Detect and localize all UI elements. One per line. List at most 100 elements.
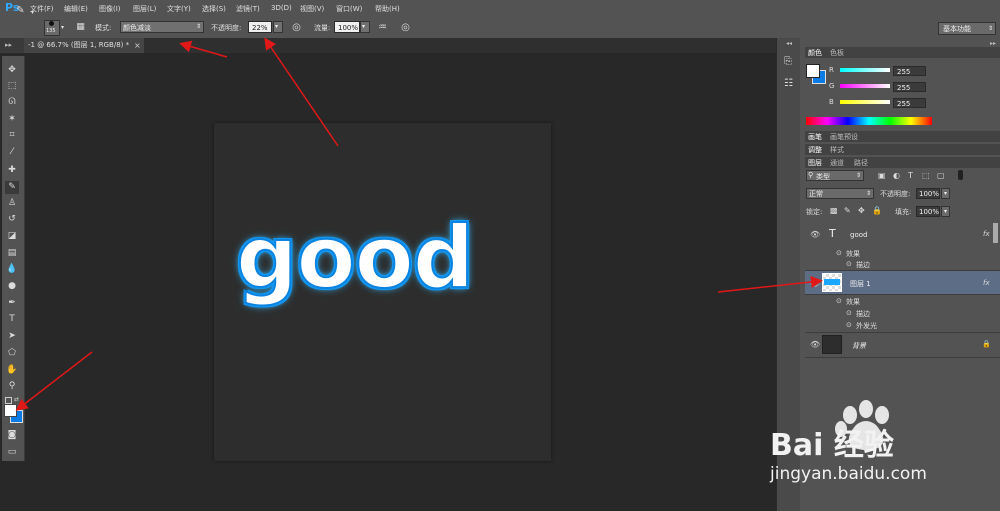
channel-g-slider[interactable] [840, 84, 890, 88]
magic-wand-tool-icon[interactable]: ✶ [5, 113, 19, 126]
brush-panel-toggle-icon[interactable]: ▦ [74, 21, 87, 34]
menu-3d[interactable]: 3D(D) [271, 4, 292, 12]
channel-r-slider[interactable] [840, 68, 890, 72]
channel-b-slider[interactable] [840, 100, 890, 104]
history-brush-tool-icon[interactable]: ↺ [5, 213, 19, 226]
brush-size-dropdown-icon[interactable]: ▾ [61, 24, 64, 31]
layer-good-stroke-eye-icon[interactable]: ⊙ [846, 260, 852, 268]
menu-window[interactable]: 窗口(W) [336, 4, 362, 14]
tab-swatches[interactable]: 色板 [830, 48, 844, 58]
menu-view[interactable]: 视图(V) [300, 4, 324, 14]
tab-layers[interactable]: 图层 [808, 158, 822, 168]
layer-name-layer-1[interactable]: 图层 1 [850, 279, 871, 289]
channel-r-value[interactable]: 255 [893, 66, 926, 76]
filter-adjustment-icon[interactable]: ◐ [893, 171, 900, 180]
filter-smart-object-icon[interactable]: ▢ [937, 171, 945, 180]
layer-1-visibility-eye-icon[interactable]: 👁 [810, 279, 820, 288]
filter-shape-icon[interactable]: ⬚ [922, 171, 930, 180]
layer-name-background[interactable]: 背景 [852, 341, 866, 351]
crop-tool-icon[interactable]: ⌗ [5, 129, 19, 142]
layer-name-good[interactable]: good [850, 231, 867, 239]
filter-type-icon[interactable]: T [908, 171, 913, 180]
default-colors-icon[interactable] [5, 397, 12, 404]
tab-channels[interactable]: 通道 [830, 158, 844, 168]
tab-brush[interactable]: 画笔 [808, 132, 822, 142]
layer-1-effects-eye-icon[interactable]: ⊙ [836, 297, 842, 305]
brush-tool-icon[interactable]: ✎ [14, 4, 27, 17]
eyedropper-tool-icon[interactable]: ⁄ [5, 146, 19, 159]
eraser-tool-icon[interactable]: ◪ [5, 230, 19, 243]
move-tool-icon[interactable]: ✥ [5, 64, 19, 77]
clone-stamp-tool-icon[interactable]: ♙ [5, 197, 19, 210]
tab-brush-presets[interactable]: 画笔预设 [830, 132, 858, 142]
channel-g-value[interactable]: 255 [893, 82, 926, 92]
layer-good-visibility-eye-icon[interactable]: 👁 [810, 230, 820, 239]
pressure-opacity-icon[interactable]: ◎ [290, 21, 303, 34]
filter-toggle-switch[interactable] [958, 170, 963, 180]
path-selection-tool-icon[interactable]: ➤ [5, 330, 19, 343]
layer-1-fx-icon[interactable]: fx [983, 279, 990, 287]
type-tool-icon[interactable]: T [5, 313, 19, 326]
lock-transparent-icon[interactable]: ▩ [830, 206, 838, 215]
quick-mask-icon[interactable]: ◙ [5, 429, 19, 442]
lock-position-icon[interactable]: ✥ [858, 206, 865, 215]
menu-layer[interactable]: 图层(L) [133, 4, 156, 14]
opacity-input[interactable]: 22% [248, 21, 272, 33]
flow-input[interactable]: 100% [334, 21, 360, 33]
screen-mode-icon[interactable]: ▭ [5, 446, 19, 459]
swap-colors-icon[interactable]: ⇄ [14, 396, 19, 403]
background-visibility-eye-icon[interactable]: 👁 [810, 340, 820, 349]
panel-menu-icon[interactable]: ▸▸ [990, 40, 996, 47]
lasso-tool-icon[interactable]: ᘏ [5, 96, 19, 109]
blur-tool-icon[interactable]: 💧 [5, 263, 19, 276]
menu-filter[interactable]: 滤镜(T) [236, 4, 260, 14]
zoom-tool-icon[interactable]: ⚲ [5, 380, 19, 393]
hand-tool-icon[interactable]: ✋ [5, 364, 19, 377]
pen-tool-icon[interactable]: ✒ [5, 297, 19, 310]
channel-b-value[interactable]: 255 [893, 98, 926, 108]
layer-scrollbar-thumb[interactable] [993, 223, 998, 243]
collapse-panels-icon[interactable]: ◂◂ [786, 40, 792, 47]
color-panel-foreground-swatch[interactable] [806, 64, 820, 78]
menu-select[interactable]: 选择(S) [202, 4, 226, 14]
lock-all-icon[interactable]: 🔒 [872, 206, 882, 215]
healing-brush-tool-icon[interactable]: ✚ [5, 164, 19, 177]
fill-input[interactable]: 100% [916, 206, 940, 217]
menu-edit[interactable]: 编辑(E) [64, 4, 88, 14]
layer-good-effects-eye-icon[interactable]: ⊙ [836, 249, 842, 257]
layer-opacity-dropdown-icon[interactable]: ▾ [941, 188, 950, 199]
airbrush-icon[interactable]: ♒ [376, 21, 389, 34]
color-spectrum-bar[interactable] [806, 117, 932, 125]
lock-pixels-icon[interactable]: ✎ [844, 206, 851, 215]
layer-1-stroke-eye-icon[interactable]: ⊙ [846, 309, 852, 317]
layer-filter-value: 类型 [816, 173, 830, 181]
marquee-tool-icon[interactable]: ⬚ [5, 80, 19, 93]
history-panel-icon[interactable]: ⎘ [784, 56, 792, 67]
layer-opacity-input[interactable]: 100% [916, 188, 940, 199]
collapse-toolbar-icon[interactable]: ▸▸ [5, 41, 12, 49]
menu-type[interactable]: 文字(Y) [167, 4, 191, 14]
dodge-tool-icon[interactable]: ● [5, 280, 19, 293]
layer-1-effect-stroke: 描边 [856, 310, 870, 318]
tab-adjustments[interactable]: 调整 [808, 145, 822, 155]
fill-label: 填充: [895, 208, 912, 216]
tab-color[interactable]: 颜色 [808, 48, 822, 58]
properties-panel-icon[interactable]: ☷ [784, 78, 793, 89]
gradient-tool-icon[interactable]: ▤ [5, 247, 19, 260]
layer-1-outer-glow-eye-icon[interactable]: ⊙ [846, 321, 852, 329]
close-tab-icon[interactable]: × [134, 41, 141, 50]
menu-image[interactable]: 图像(I) [99, 4, 121, 14]
brush-tool-icon-active[interactable]: ✎ [5, 181, 19, 194]
document-tab[interactable]: -1 @ 66.7% (图层 1, RGB/8) * [24, 38, 144, 53]
menu-help[interactable]: 帮助(H) [375, 4, 400, 14]
pressure-size-icon[interactable]: ◎ [399, 21, 412, 34]
tab-styles[interactable]: 样式 [830, 145, 844, 155]
fill-dropdown-icon[interactable]: ▾ [941, 206, 950, 217]
shape-tool-icon[interactable]: ⬠ [5, 347, 19, 360]
foreground-color-swatch[interactable] [4, 404, 17, 417]
filter-pixel-icon[interactable]: ▣ [878, 171, 886, 180]
tool-preset-dropdown-icon[interactable]: ▾ [31, 9, 34, 16]
tab-paths[interactable]: 路径 [854, 158, 868, 168]
layer-good-fx-icon[interactable]: fx [983, 230, 990, 238]
background-layer-thumbnail [822, 335, 842, 354]
